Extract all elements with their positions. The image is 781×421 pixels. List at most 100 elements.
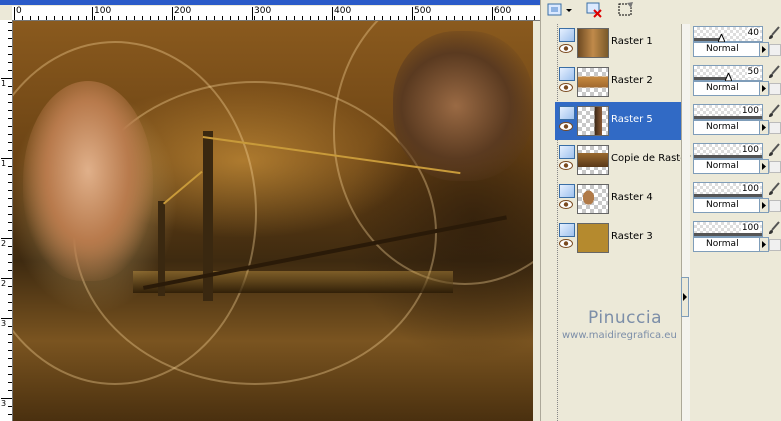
layer-row-raster-5[interactable]: Raster 5 (555, 102, 681, 140)
layer-props-row: 50 Normal (693, 63, 781, 101)
brush-icon[interactable] (767, 182, 781, 196)
ruler-tick (332, 7, 333, 20)
ruler-minor-tick (62, 16, 63, 20)
brush-icon[interactable] (767, 221, 781, 235)
lock-transparency-icon[interactable] (769, 161, 781, 173)
ruler-minor-tick (262, 16, 263, 20)
ruler-minor-tick (8, 278, 12, 279)
ruler-minor-tick (8, 62, 12, 63)
ruler-minor-tick (254, 16, 255, 20)
new-layer-button[interactable] (545, 1, 572, 19)
opacity-slider[interactable]: 100 (693, 143, 763, 159)
delete-layer-button[interactable] (585, 1, 607, 19)
ruler-minor-tick (8, 54, 12, 55)
ruler-minor-tick (8, 174, 12, 175)
lock-transparency-icon[interactable] (769, 122, 781, 134)
eye-icon[interactable] (559, 200, 573, 209)
blend-mode-dropdown[interactable] (759, 42, 769, 57)
ruler-minor-tick (8, 94, 12, 95)
blend-mode-dropdown[interactable] (759, 198, 769, 213)
chevron-right-icon (683, 293, 687, 301)
lock-transparency-icon[interactable] (769, 44, 781, 56)
blend-mode-label: Normal (706, 83, 739, 93)
watermark-title: Pinuccia (588, 308, 662, 328)
layer-row-raster-2[interactable]: Raster 2 (555, 63, 681, 101)
ruler-minor-tick (118, 16, 119, 20)
blend-mode-select[interactable]: Normal (693, 237, 761, 252)
ruler-minor-tick (358, 16, 359, 20)
layer-row-copie-de-raster[interactable]: Copie de Raster (555, 141, 691, 179)
layer-row-raster-1[interactable]: Raster 1 (555, 24, 681, 62)
opacity-slider[interactable]: 40 (693, 26, 763, 42)
blend-mode-select[interactable]: Normal (693, 198, 761, 213)
slider-thumb-icon[interactable] (725, 73, 732, 81)
lock-transparency-icon[interactable] (769, 83, 781, 95)
blend-mode-select[interactable]: Normal (693, 159, 761, 174)
lock-transparency-icon[interactable] (769, 239, 781, 251)
ruler-minor-tick (8, 302, 12, 303)
triangle-right-icon (762, 124, 766, 131)
blend-mode-select[interactable]: Normal (693, 42, 761, 57)
opacity-slider[interactable]: 100 (693, 104, 763, 120)
ruler-minor-tick (270, 16, 271, 20)
ruler-minor-tick (398, 16, 399, 20)
ruler-minor-tick (318, 16, 319, 20)
ruler-minor-tick (414, 16, 415, 20)
ruler-minor-tick (46, 16, 47, 20)
layer-row-raster-3[interactable]: Raster 3 (555, 219, 681, 257)
layer-row-raster-4[interactable]: Raster 4 (555, 180, 681, 218)
new-layer-icon (547, 3, 572, 16)
brush-icon[interactable] (767, 143, 781, 157)
raster-layer-icon (559, 28, 575, 42)
ruler-minor-tick (8, 398, 12, 399)
eye-icon[interactable] (559, 122, 573, 131)
ruler-minor-tick (38, 16, 39, 20)
blend-mode-dropdown[interactable] (759, 81, 769, 96)
layer-thumbnail (577, 67, 609, 97)
layers-toolbar (541, 0, 781, 20)
mask-button[interactable] (617, 1, 639, 19)
panel-collapse-button[interactable] (681, 277, 689, 317)
ruler-minor-tick (366, 16, 367, 20)
eye-icon[interactable] (559, 44, 573, 53)
brush-icon[interactable] (767, 104, 781, 118)
woman-portrait (23, 81, 153, 281)
opacity-slider[interactable]: 50 (693, 65, 763, 81)
ruler-minor-tick (246, 16, 247, 20)
blend-mode-select[interactable]: Normal (693, 81, 761, 96)
blend-mode-label: Normal (706, 122, 739, 132)
blend-mode-dropdown[interactable] (759, 159, 769, 174)
ruler-minor-tick (142, 16, 143, 20)
blend-mode-dropdown[interactable] (759, 237, 769, 252)
ruler-minor-tick (8, 406, 12, 407)
layers-scrollbar[interactable] (681, 24, 690, 421)
brush-icon[interactable] (767, 26, 781, 40)
man-portrait (393, 31, 533, 181)
blend-mode-select[interactable]: Normal (693, 120, 761, 135)
ruler-minor-tick (8, 390, 12, 391)
ruler-minor-tick (8, 334, 12, 335)
layer-props-row: 100 Normal (693, 219, 781, 257)
ruler-tick (252, 7, 253, 20)
slider-thumb-icon[interactable] (718, 34, 726, 42)
ruler-tick (92, 7, 93, 20)
opacity-slider[interactable]: 100 (693, 221, 763, 237)
image-canvas[interactable] (13, 21, 533, 421)
eye-icon[interactable] (559, 161, 573, 170)
ruler-minor-tick (8, 102, 12, 103)
opacity-slider[interactable]: 100 (693, 182, 763, 198)
ruler-minor-tick (8, 166, 12, 167)
ruler-minor-tick (54, 16, 55, 20)
blend-mode-label: Normal (706, 239, 739, 249)
ruler-minor-tick (126, 16, 127, 20)
eye-icon[interactable] (559, 239, 573, 248)
ruler-minor-tick (8, 238, 12, 239)
blend-mode-dropdown[interactable] (759, 120, 769, 135)
layer-props-row: 100 Normal (693, 180, 781, 218)
ruler-minor-tick (8, 30, 12, 31)
canvas-area[interactable]: 0 100 200 300 400 500 600 1 1 2 2 3 3 (0, 0, 540, 421)
eye-icon[interactable] (559, 83, 573, 92)
brush-icon[interactable] (767, 65, 781, 79)
lock-transparency-icon[interactable] (769, 200, 781, 212)
layer-name: Copie de Raster (611, 153, 691, 164)
